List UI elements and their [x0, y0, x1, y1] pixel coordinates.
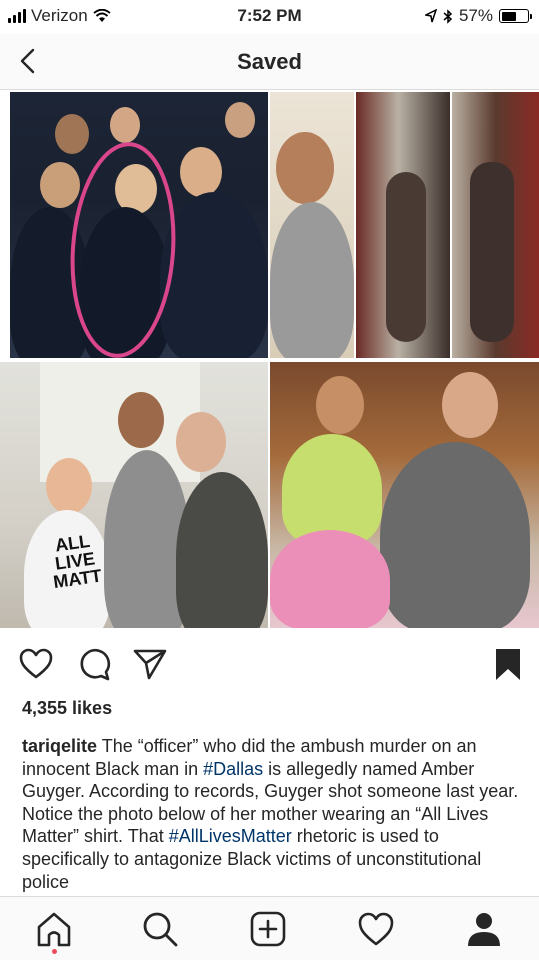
send-icon[interactable]: [132, 646, 168, 682]
bluetooth-icon: [443, 8, 453, 24]
bookmark-filled-icon[interactable]: [490, 646, 526, 682]
notification-dot: [52, 949, 57, 954]
home-icon[interactable]: [34, 909, 74, 949]
post-actions: [0, 640, 539, 690]
search-icon[interactable]: [140, 909, 180, 949]
battery-icon: [499, 9, 532, 23]
post-caption: tariqelite The “officer” who did the amb…: [22, 735, 522, 893]
add-icon[interactable]: [248, 909, 288, 949]
hashtag-alllivesmatter[interactable]: #AllLivesMatter: [169, 826, 292, 846]
hashtag-dallas[interactable]: #Dallas: [203, 759, 263, 779]
post-image[interactable]: ALL LIVE MATT: [0, 92, 539, 628]
circle-annotation: [70, 142, 176, 358]
battery-fill: [501, 11, 516, 21]
top-navigation: Saved: [0, 34, 539, 90]
heart-icon[interactable]: [18, 646, 54, 682]
photo-mirror-selfie-1: [356, 92, 450, 358]
caption-username[interactable]: tariqelite: [22, 736, 97, 756]
location-icon: [424, 9, 437, 23]
status-right: 57%: [424, 6, 532, 26]
photo-three-people: [270, 362, 539, 628]
shirt-print: ALL LIVE MATT: [37, 529, 114, 592]
profile-icon[interactable]: [464, 909, 504, 949]
activity-heart-icon[interactable]: [356, 909, 396, 949]
bottom-tab-bar: [0, 896, 539, 960]
photo-officers-group: [10, 92, 268, 358]
like-count[interactable]: 4,355 likes: [22, 698, 112, 719]
battery-percent: 57%: [458, 6, 493, 25]
photo-mirror-selfie-2: [452, 92, 539, 358]
status-bar: Verizon 7:52 PM 57%: [0, 0, 539, 34]
comment-icon[interactable]: [76, 646, 112, 682]
page-title: Saved: [237, 49, 302, 74]
photo-three-women: ALL LIVE MATT: [0, 362, 268, 628]
photo-portrait: [270, 92, 354, 358]
